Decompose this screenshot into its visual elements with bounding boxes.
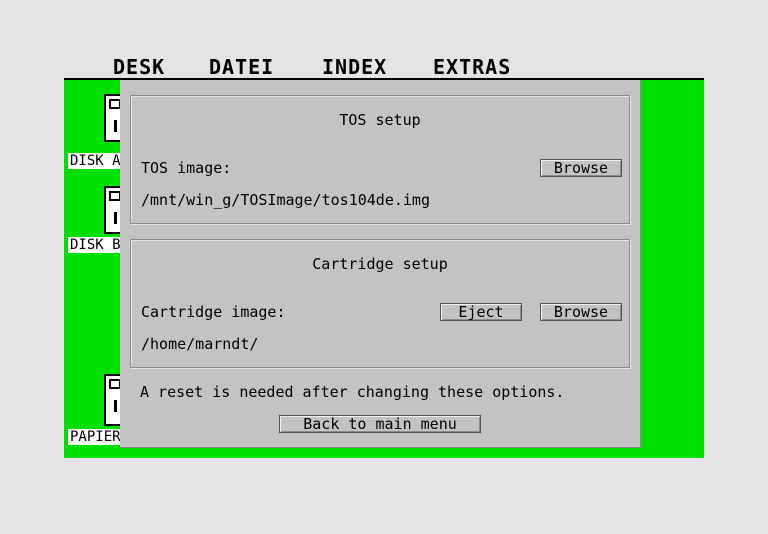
- tos-setup-group: TOS setup TOS image: Browse /mnt/win_g/T…: [130, 95, 630, 224]
- cartridge-eject-button[interactable]: Eject: [440, 303, 522, 321]
- cartridge-image-path: /home/marndt/: [141, 335, 259, 353]
- cartridge-setup-group: Cartridge setup Cartridge image: Eject B…: [130, 239, 630, 368]
- cartridge-image-label: Cartridge image:: [141, 303, 286, 321]
- reset-note: A reset is needed after changing these o…: [140, 383, 565, 401]
- desktop-icon-label: DISK B: [68, 237, 126, 253]
- desktop-icon-label: DISK A: [68, 153, 126, 169]
- tos-setup-title: TOS setup: [339, 111, 421, 129]
- cartridge-browse-button[interactable]: Browse: [540, 303, 622, 321]
- back-to-main-menu-button[interactable]: Back to main menu: [279, 415, 481, 433]
- menu-desk[interactable]: DESK: [113, 55, 165, 79]
- cartridge-setup-title: Cartridge setup: [312, 255, 448, 273]
- tos-image-path: /mnt/win_g/TOSImage/tos104de.img: [141, 191, 430, 209]
- setup-dialog: TOS setup TOS image: Browse /mnt/win_g/T…: [120, 80, 641, 448]
- menu-datei[interactable]: DATEI: [209, 55, 274, 79]
- tos-browse-button[interactable]: Browse: [540, 159, 622, 177]
- menu-bar: DESK DATEI INDEX EXTRAS: [64, 54, 704, 80]
- desktop-icon-label: PAPIERKORB: [68, 429, 126, 445]
- menu-index[interactable]: INDEX: [322, 55, 387, 79]
- menu-extras[interactable]: EXTRAS: [433, 55, 511, 79]
- tos-image-label: TOS image:: [141, 159, 232, 177]
